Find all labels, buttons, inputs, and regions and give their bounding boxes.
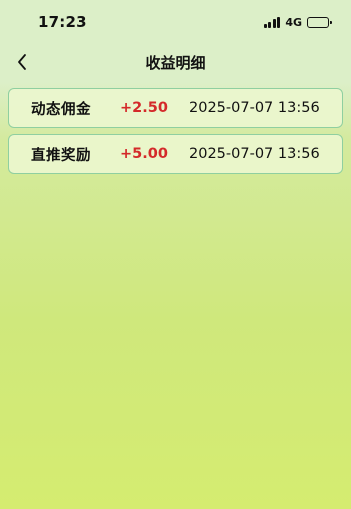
earnings-list: 动态佣金 +2.50 2025-07-07 13:56 直推奖励 +5.00 2… [8, 88, 343, 180]
status-time: 17:23 [38, 13, 87, 31]
record-type: 动态佣金 [31, 101, 91, 118]
status-indicators: 4G [263, 15, 332, 29]
record-type: 直推奖励 [31, 147, 91, 164]
record-time: 2025-07-07 13:56 [189, 100, 320, 116]
battery-icon [307, 16, 332, 28]
page-title: 收益明细 [145, 54, 206, 72]
nav-bar: 收益明细 [0, 44, 351, 80]
record-time: 2025-07-07 13:56 [189, 146, 320, 162]
signal-icon [263, 16, 281, 28]
status-bar: 17:23 4G [0, 0, 351, 44]
earnings-record[interactable]: 动态佣金 +2.50 2025-07-07 13:56 [8, 88, 343, 128]
earnings-record[interactable]: 直推奖励 +5.00 2025-07-07 13:56 [8, 134, 343, 174]
record-amount: +5.00 [120, 146, 168, 162]
network-type: 4G [285, 15, 302, 29]
record-amount: +2.50 [120, 100, 168, 116]
